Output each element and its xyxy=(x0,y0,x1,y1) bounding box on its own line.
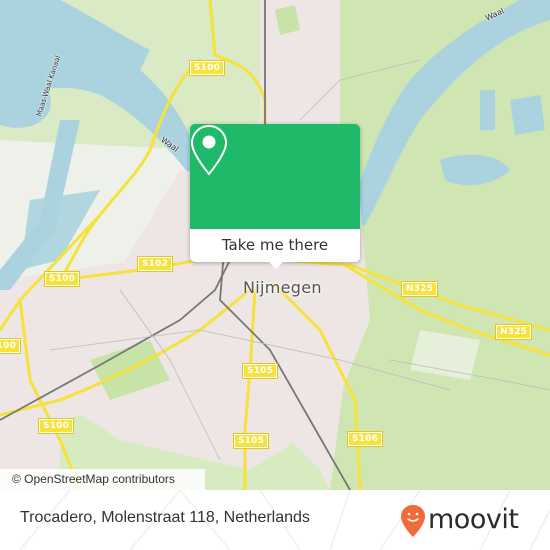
city-label-nijmegen: Nijmegen xyxy=(243,278,322,297)
road-label-s100-edge: S100 xyxy=(0,338,22,354)
road-label-s105-center: S105 xyxy=(241,363,279,379)
moovit-wordmark: moovit xyxy=(428,504,519,535)
road-label-s106: S106 xyxy=(346,431,384,447)
road-label-s102: S102 xyxy=(136,256,174,272)
take-me-there-button[interactable]: Take me there xyxy=(190,229,360,262)
road-label-s105-south: S105 xyxy=(232,433,270,449)
address-text: Trocadero, Molenstraat 118, Netherlands xyxy=(20,509,310,526)
popup-header xyxy=(190,124,360,229)
moovit-smiley-pin-icon xyxy=(401,505,425,537)
road-label-s100-southwest: S100 xyxy=(37,418,75,434)
location-popup: Take me there xyxy=(190,124,360,269)
popup-pointer xyxy=(267,260,285,269)
road-label-n325-west: N325 xyxy=(400,281,439,297)
road-label-s100-west: S100 xyxy=(43,271,81,287)
road-label-s100-north: S100 xyxy=(188,60,226,76)
map-attribution[interactable]: © OpenStreetMap contributors xyxy=(0,469,205,490)
map-pin-icon xyxy=(190,124,228,176)
footer-bar: Trocadero, Molenstraat 118, Netherlands … xyxy=(0,490,550,550)
map-view[interactable]: Waal Waal Maas-Waal Kanaal S100 S100 S10… xyxy=(0,0,550,490)
road-label-n325-east: N325 xyxy=(494,324,533,340)
